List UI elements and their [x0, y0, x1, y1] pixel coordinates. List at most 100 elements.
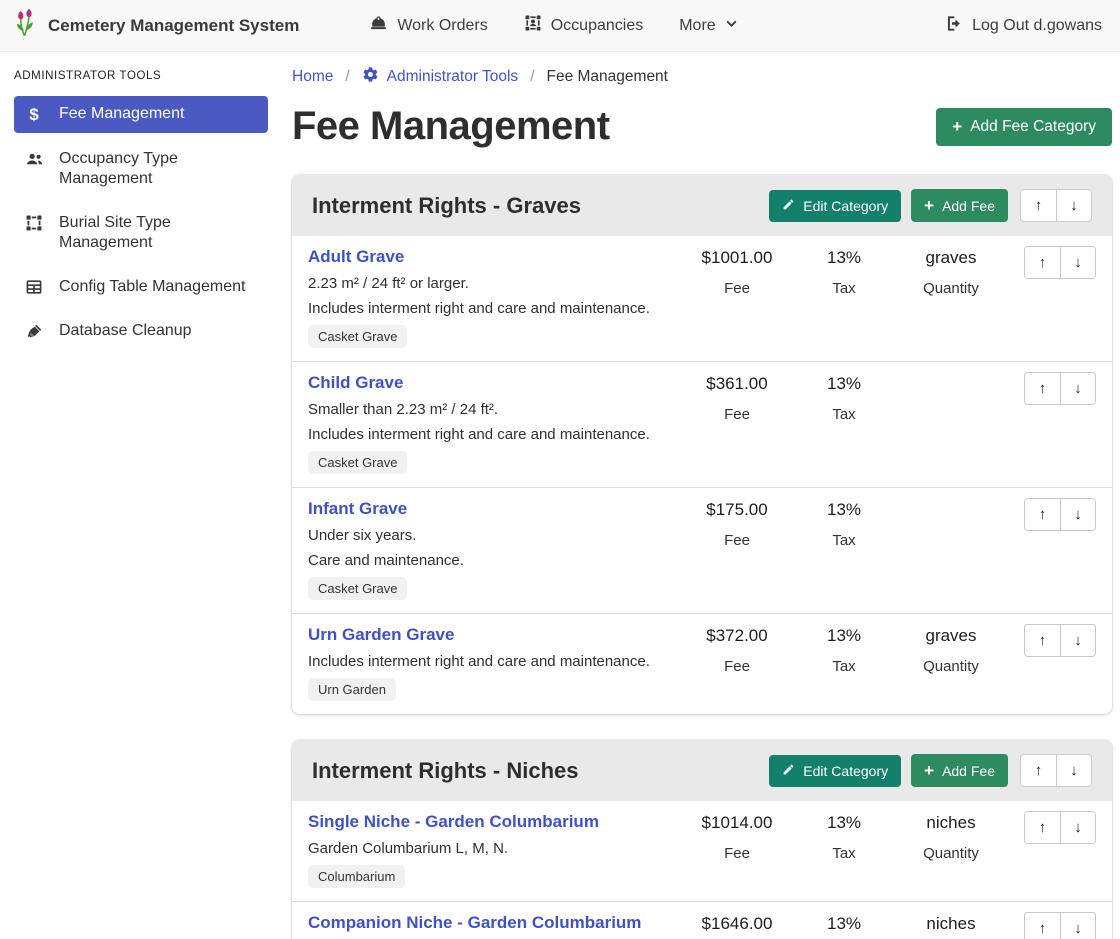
edit-category-label: Edit Category [803, 763, 888, 779]
broom-icon [24, 322, 44, 341]
move-fee-down-button[interactable]: ↓ [1060, 499, 1095, 530]
tax-col: 13% Tax [796, 912, 892, 939]
logout-label: Log Out d.gowans [972, 17, 1102, 35]
gear-icon [362, 66, 379, 88]
site-boundary-icon [24, 214, 44, 232]
fee-info: Companion Niche - Garden Columbarium Gar… [308, 912, 678, 939]
fee-row: Adult Grave 2.23 m² / 24 ft² or larger.I… [292, 236, 1112, 361]
tax-label: Tax [796, 280, 892, 297]
sidebar-item-database-cleanup[interactable]: Database Cleanup [14, 313, 268, 349]
tax-label: Tax [796, 845, 892, 862]
move-category-down-button[interactable]: ↓ [1056, 755, 1091, 786]
move-fee-up-button[interactable]: ↑ [1025, 913, 1060, 939]
move-fee-up-button[interactable]: ↑ [1025, 499, 1060, 530]
breadcrumb-admin-tools-link[interactable]: Administrator Tools [362, 66, 519, 88]
move-fee-down-button[interactable]: ↓ [1060, 812, 1095, 843]
fee-name-link[interactable]: Adult Grave [308, 246, 404, 268]
hard-hat-icon [369, 14, 388, 38]
page-title: Fee Management [292, 104, 610, 149]
sidebar-item-label: Config Table Management [59, 277, 246, 297]
move-fee-down-button[interactable]: ↓ [1060, 373, 1095, 404]
category-list: Interment Rights - Graves Edit Category … [292, 175, 1112, 939]
quantity-col [892, 498, 1010, 499]
fee-name-link[interactable]: Companion Niche - Garden Columbarium [308, 912, 641, 934]
move-fee-down-button[interactable]: ↓ [1060, 913, 1095, 939]
nav-more[interactable]: More [679, 17, 737, 35]
fee-amount: $175.00 [678, 499, 796, 521]
fee-amount: $1014.00 [678, 812, 796, 834]
add-fee-button[interactable]: + Add Fee [911, 754, 1008, 787]
tax-col: 13% Tax [796, 246, 892, 297]
sidebar-item-label: Fee Management [59, 104, 184, 124]
fee-info: Single Niche - Garden Columbarium Garden… [308, 811, 678, 888]
category-header: Interment Rights - Niches Edit Category … [292, 740, 1112, 801]
fee-name-link[interactable]: Urn Garden Grave [308, 624, 454, 646]
add-fee-category-button[interactable]: + Add Fee Category [936, 108, 1112, 146]
fee-col: $1646.00 Fee [678, 912, 796, 939]
chevron-down-icon [725, 17, 738, 35]
fee-description: Care and maintenance. [308, 552, 678, 570]
move-fee-down-button[interactable]: ↓ [1060, 625, 1095, 656]
sidebar-item-burial-site-type-management[interactable]: Burial Site Type Management [14, 205, 268, 261]
move-fee-up-button[interactable]: ↑ [1025, 373, 1060, 404]
fee-row: Infant Grave Under six years.Care and ma… [292, 487, 1112, 613]
move-category-up-button[interactable]: ↑ [1021, 190, 1056, 221]
plus-icon: + [924, 762, 934, 779]
fee-badge: Casket Grave [308, 325, 407, 348]
category-title: Interment Rights - Niches [312, 758, 759, 784]
fee-amount-label: Fee [678, 658, 796, 675]
sidebar-item-label: Database Cleanup [59, 321, 192, 341]
fee-category-card: Interment Rights - Niches Edit Category … [292, 740, 1112, 939]
top-navbar: Cemetery Management System Work Orders O… [0, 0, 1120, 52]
tax-amount: 13% [796, 812, 892, 834]
quantity-col: graves Quantity [892, 246, 1010, 297]
fee-col: $361.00 Fee [678, 372, 796, 423]
logout-button[interactable]: Log Out d.gowans [944, 14, 1102, 38]
fee-description: 2.23 m² / 24 ft² or larger. [308, 275, 678, 293]
move-fee-up-button[interactable]: ↑ [1025, 625, 1060, 656]
up-arrow-icon: ↑ [1039, 254, 1047, 271]
move-fee-up-button[interactable]: ↑ [1025, 247, 1060, 278]
occupancy-frame-icon [524, 14, 542, 37]
fee-info: Adult Grave 2.23 m² / 24 ft² or larger.I… [308, 246, 678, 348]
fee-description: Includes interment right and care and ma… [308, 426, 678, 444]
fee-name-link[interactable]: Infant Grave [308, 498, 407, 520]
tax-amount: 13% [796, 625, 892, 647]
edit-category-button[interactable]: Edit Category [769, 190, 901, 222]
fee-row: Child Grave Smaller than 2.23 m² / 24 ft… [292, 361, 1112, 487]
fee-row: Urn Garden Grave Includes interment righ… [292, 613, 1112, 714]
breadcrumb: Home / Administrator Tools / Fee Managem… [292, 66, 1112, 88]
move-category-up-button[interactable]: ↑ [1021, 755, 1056, 786]
sidebar-item-occupancy-type-management[interactable]: Occupancy Type Management [14, 141, 268, 197]
breadcrumb-current: Fee Management [547, 68, 669, 86]
sidebar-item-fee-management[interactable]: $ Fee Management [14, 96, 268, 133]
app-title: Cemetery Management System [48, 16, 299, 36]
up-arrow-icon: ↑ [1039, 632, 1047, 649]
category-header: Interment Rights - Graves Edit Category … [292, 175, 1112, 236]
move-category-down-button[interactable]: ↓ [1056, 190, 1091, 221]
up-arrow-icon: ↑ [1039, 380, 1047, 397]
sidebar-item-config-table-management[interactable]: Config Table Management [14, 269, 268, 305]
nav-occupancies[interactable]: Occupancies [524, 14, 644, 37]
tax-amount: 13% [796, 247, 892, 269]
edit-category-button[interactable]: Edit Category [769, 755, 901, 787]
fee-reorder-group: ↑ ↓ [1024, 372, 1096, 405]
category-reorder-group: ↑ ↓ [1020, 754, 1092, 787]
move-fee-up-button[interactable]: ↑ [1025, 812, 1060, 843]
category-title: Interment Rights - Graves [312, 193, 759, 219]
fee-descriptions: Under six years.Care and maintenance. [308, 527, 678, 570]
down-arrow-icon: ↓ [1074, 819, 1082, 836]
quantity-value: niches [892, 812, 1010, 834]
move-fee-down-button[interactable]: ↓ [1060, 247, 1095, 278]
app-brand[interactable]: Cemetery Management System [14, 8, 299, 43]
add-fee-button[interactable]: + Add Fee [911, 189, 1008, 222]
tax-col: 13% Tax [796, 624, 892, 675]
quantity-label: Quantity [892, 658, 1010, 675]
breadcrumb-home-link[interactable]: Home [292, 68, 333, 86]
fee-reorder-group: ↑ ↓ [1024, 912, 1096, 939]
pencil-icon [782, 763, 795, 779]
down-arrow-icon: ↓ [1074, 254, 1082, 271]
fee-name-link[interactable]: Single Niche - Garden Columbarium [308, 811, 599, 833]
fee-name-link[interactable]: Child Grave [308, 372, 403, 394]
nav-work-orders[interactable]: Work Orders [369, 14, 487, 38]
